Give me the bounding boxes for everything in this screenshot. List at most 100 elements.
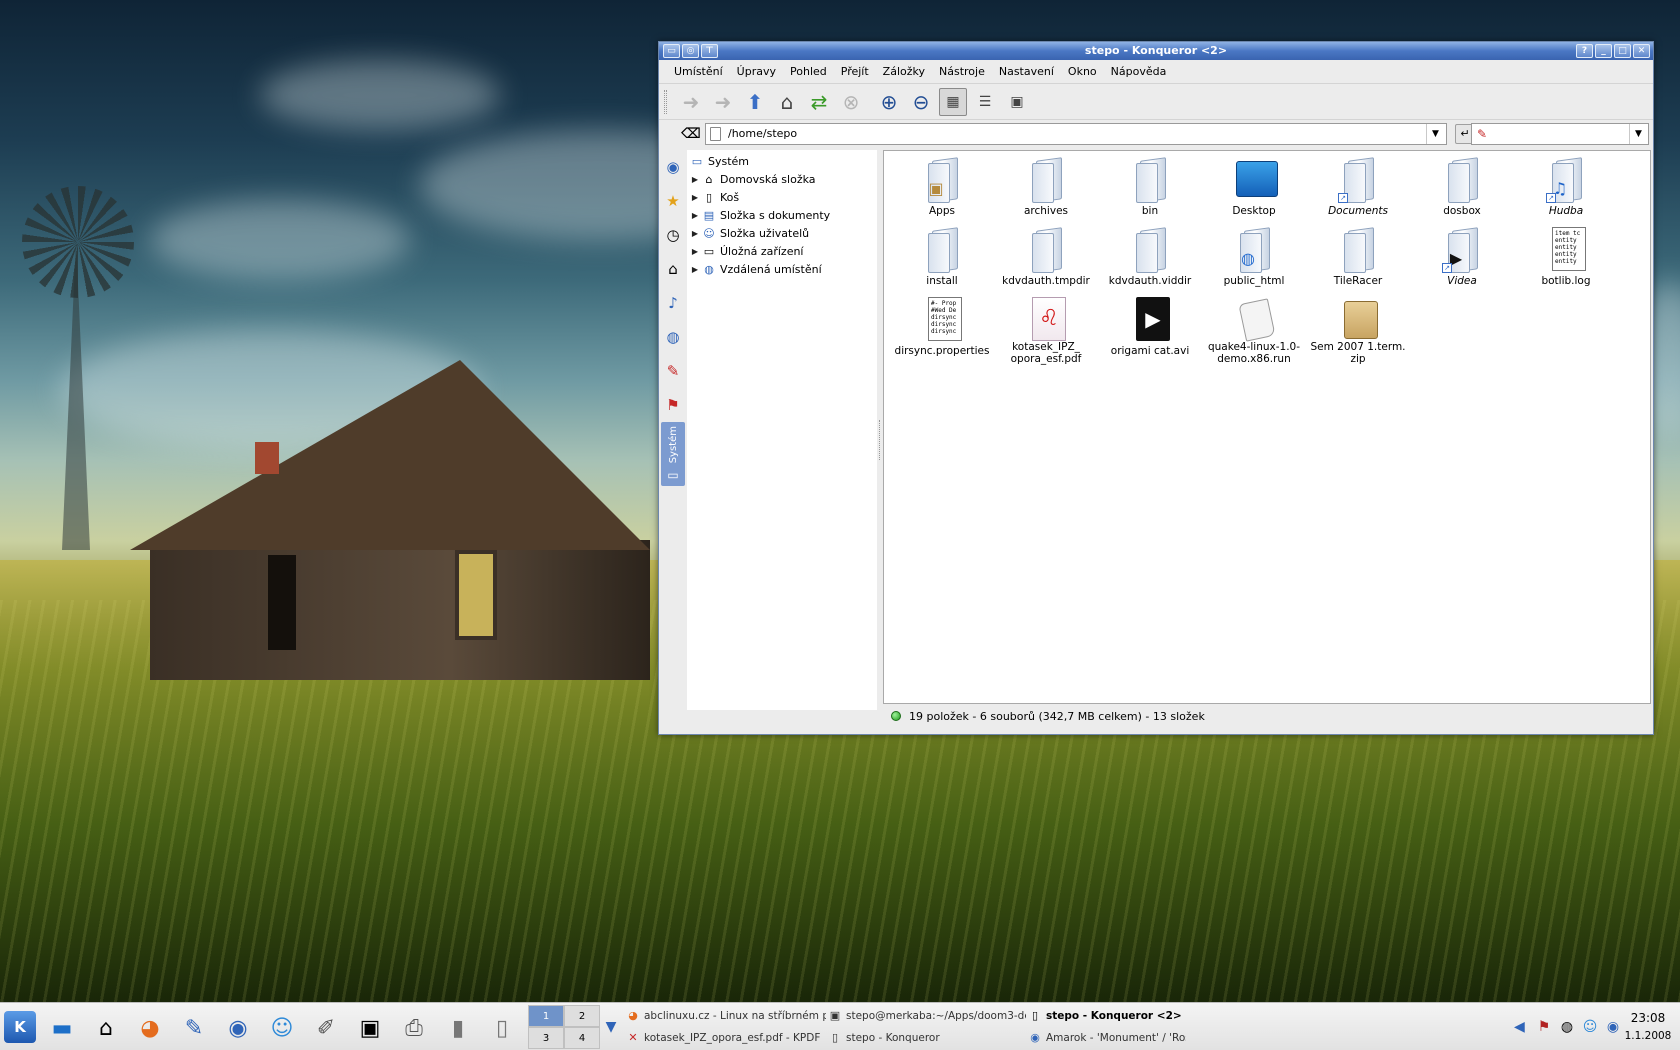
terminal-launcher[interactable]: ▣ <box>352 1011 388 1045</box>
sidebar-tab-home[interactable]: ⌂ <box>661 252 685 286</box>
task-kpdf[interactable]: ✕ kotasek_IPZ_opora_esf.pdf - KPDF <box>624 1027 826 1049</box>
file-item[interactable]: bin <box>1098 155 1202 225</box>
tree-item-system[interactable]: ▭ Systém <box>687 152 877 170</box>
home-launcher[interactable]: ⌂ <box>88 1011 124 1045</box>
sidebar-tab-network[interactable]: ◍ <box>661 320 685 354</box>
amarok-launcher[interactable]: ◉ <box>220 1011 256 1045</box>
file-item[interactable]: #- Prop #Wed De dirsync dirsync dirsync d… <box>890 295 994 365</box>
task-terminal[interactable]: ▣ stepo@merkaba:~/Apps/doom3-dem <box>826 1005 1026 1027</box>
tree-item-storage[interactable]: ▶ ▭ Úložná zařízení <box>687 242 877 260</box>
sidebar-tab-favorites[interactable]: ★ <box>661 184 685 218</box>
toolbar-grip[interactable] <box>664 90 667 114</box>
expand-arrow-icon[interactable]: ▶ <box>689 211 701 220</box>
menu-umisteni[interactable]: Umístění <box>667 65 730 78</box>
location-dropdown-button[interactable]: ▼ <box>1426 124 1444 144</box>
file-item[interactable]: install <box>890 225 994 295</box>
tree-item-users[interactable]: ▶ ☺ Složka uživatelů <box>687 224 877 242</box>
sidebar-tab-services[interactable]: ✎ <box>661 354 685 388</box>
file-item[interactable]: kdvdauth.viddir <box>1098 225 1202 295</box>
menu-zalozky[interactable]: Záložky <box>876 65 932 78</box>
zoom-out-button[interactable]: ⊖ <box>907 88 935 116</box>
file-item[interactable]: ♌ kotasek_IPZ_ opora_esf.pdf <box>994 295 1098 365</box>
minimize-button[interactable]: _ <box>1595 44 1612 58</box>
show-desktop-button[interactable]: ▬ <box>44 1011 80 1045</box>
keyboard-layout-tray[interactable]: ⚑ <box>1534 1017 1554 1037</box>
file-item[interactable]: ▶ ↗ Videa <box>1410 225 1514 295</box>
image-view-button[interactable]: ▣ <box>1003 88 1031 116</box>
usb-launcher[interactable]: ▮ <box>440 1011 476 1045</box>
detail-view-button[interactable]: ☰ <box>971 88 999 116</box>
expand-arrow-icon[interactable]: ▶ <box>689 247 701 256</box>
file-item[interactable]: Desktop <box>1202 155 1306 225</box>
disk-tray[interactable]: ◍ <box>1557 1017 1577 1037</box>
file-item[interactable]: dosbox <box>1410 155 1514 225</box>
task-konqueror[interactable]: ▯ stepo - Konqueror <box>826 1027 1026 1049</box>
menu-nastaveni[interactable]: Nastavení <box>992 65 1061 78</box>
kopete-tray[interactable]: ☺ <box>1580 1017 1600 1037</box>
file-item[interactable]: quake4-linux-1.0- demo.x86.run <box>1202 295 1306 365</box>
home-button[interactable]: ⌂ <box>773 88 801 116</box>
tree-item-home[interactable]: ▶ ⌂ Domovská složka <box>687 170 877 188</box>
menu-pohled[interactable]: Pohled <box>783 65 834 78</box>
expand-arrow-icon[interactable]: ▶ <box>689 193 701 202</box>
clock[interactable]: 23:08 1.1.2008 <box>1618 1009 1678 1045</box>
tree-item-documents[interactable]: ▶ ▤ Složka s dokumenty <box>687 206 877 224</box>
menu-upravy[interactable]: Úpravy <box>730 65 783 78</box>
reload-button[interactable]: ⇄ <box>805 88 833 116</box>
tray-expand-button[interactable]: ◀ <box>1514 1019 1525 1035</box>
tree-item-remote[interactable]: ▶ ◍ Vzdálená umístění <box>687 260 877 278</box>
sidebar-tab-bookmarks[interactable]: ◉ <box>661 150 685 184</box>
file-item[interactable]: archives <box>994 155 1098 225</box>
forward-button[interactable]: ➜ <box>709 88 737 116</box>
window-titlebar[interactable]: ▭ ◎ ⊤ stepo - Konqueror <2> ? _ □ ✕ <box>659 42 1653 60</box>
task-firefox[interactable]: ◕ abclinuxu.cz - Linux na stříbrném po <box>624 1005 826 1027</box>
up-button[interactable]: ⬆ <box>741 88 769 116</box>
firefox-launcher[interactable]: ◕ <box>132 1011 168 1045</box>
menu-okno[interactable]: Okno <box>1061 65 1104 78</box>
back-button[interactable]: ➜ <box>677 88 705 116</box>
search-engine-dropdown[interactable]: ▼ <box>1629 124 1647 144</box>
menu-nastroje[interactable]: Nástroje <box>932 65 992 78</box>
kate-launcher[interactable]: ✐ <box>308 1011 344 1045</box>
file-icon-view[interactable]: ▣ Apps archives bin Desktop ↗ Documents dosbox ♫… <box>883 150 1651 704</box>
task-amarok[interactable]: ◉ Amarok - 'Monument' / 'Rosetta' <box>1026 1027 1186 1049</box>
expand-arrow-icon[interactable]: ▶ <box>689 175 701 184</box>
file-item[interactable]: Sem 2007 1.term. zip <box>1306 295 1410 365</box>
pager-desktop-2[interactable]: 2 <box>564 1005 600 1027</box>
file-item[interactable]: TileRacer <box>1306 225 1410 295</box>
location-input[interactable]: /home/stepo <box>705 123 1447 145</box>
sidebar-tab-history[interactable]: ◷ <box>661 218 685 252</box>
tree-item-trash[interactable]: ▶ ▯ Koš <box>687 188 877 206</box>
file-item[interactable]: ♫ ↗ Hudba <box>1514 155 1618 225</box>
icon-view-button[interactable]: ▦ <box>939 87 967 116</box>
pager-desktop-1[interactable]: 1 <box>528 1005 564 1027</box>
search-engine-icon[interactable]: ✎ <box>1477 126 1495 142</box>
menu-napoveda[interactable]: Nápověda <box>1104 65 1174 78</box>
printer-launcher[interactable]: ⎙ <box>396 1011 432 1045</box>
file-item[interactable]: ↗ Documents <box>1306 155 1410 225</box>
file-item[interactable]: ▣ Apps <box>890 155 994 225</box>
menu-prejit[interactable]: Přejít <box>834 65 876 78</box>
pager-desktop-4[interactable]: 4 <box>564 1027 600 1049</box>
trash-launcher[interactable]: ▯ <box>484 1011 520 1045</box>
sidebar-tab-system[interactable]: Systém ▭ <box>661 422 685 486</box>
maximize-button[interactable]: □ <box>1614 44 1631 58</box>
file-item[interactable]: item tc entity entity entity entity botli… <box>1514 225 1618 295</box>
sidebar-tab-media[interactable]: ♪ <box>661 286 685 320</box>
k-menu-button[interactable]: K <box>4 1011 36 1043</box>
expand-arrow-icon[interactable]: ▶ <box>689 265 701 274</box>
clear-location-button[interactable]: ⌫ <box>681 125 701 143</box>
task-menu-button[interactable]: ▼ <box>604 1017 618 1037</box>
file-item[interactable]: ◍ public_html <box>1202 225 1306 295</box>
sidebar-tab-flag[interactable]: ⚑ <box>661 388 685 422</box>
close-button[interactable]: ✕ <box>1633 44 1650 58</box>
task-konqueror-2[interactable]: ▯ stepo - Konqueror <2> <box>1026 1005 1186 1027</box>
help-button[interactable]: ? <box>1576 44 1593 58</box>
web-search-input[interactable] <box>1471 123 1649 145</box>
pager-desktop-3[interactable]: 3 <box>528 1027 564 1049</box>
expand-arrow-icon[interactable]: ▶ <box>689 229 701 238</box>
editor-launcher[interactable]: ✎ <box>176 1011 212 1045</box>
stop-button[interactable]: ⊗ <box>837 88 865 116</box>
file-item[interactable]: ▶ origami cat.avi <box>1098 295 1202 365</box>
zoom-in-button[interactable]: ⊕ <box>875 88 903 116</box>
